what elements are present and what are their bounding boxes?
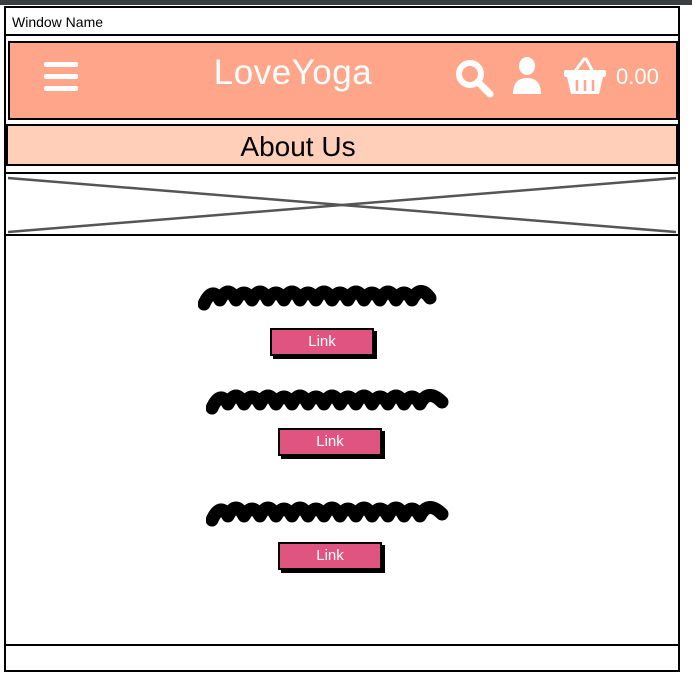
search-icon[interactable] [454, 58, 496, 105]
scribble-text-2 [206, 389, 449, 415]
basket-icon[interactable] [562, 56, 608, 103]
user-icon[interactable] [510, 56, 544, 101]
link-button-2[interactable]: Link [278, 428, 382, 456]
hero-image-placeholder [6, 172, 678, 236]
title-bar: Window Name [6, 8, 678, 36]
link-button-1[interactable]: Link [270, 328, 374, 356]
site-footer [6, 644, 678, 670]
cart-total: 0.00 [616, 64, 659, 89]
scribble-text-3 [206, 501, 449, 527]
content-area: Link Link Link [6, 240, 678, 644]
window: Window Name LoveYoga 0.00 About Us Link … [4, 6, 680, 672]
page-title: About Us [240, 131, 356, 162]
window-title: Window Name [12, 14, 104, 30]
top-strip [0, 0, 692, 5]
page-title-bar: About Us [6, 124, 678, 166]
scribble-text-1 [198, 285, 437, 311]
site-header: LoveYoga 0.00 [8, 41, 678, 120]
link-button-3[interactable]: Link [278, 542, 382, 570]
